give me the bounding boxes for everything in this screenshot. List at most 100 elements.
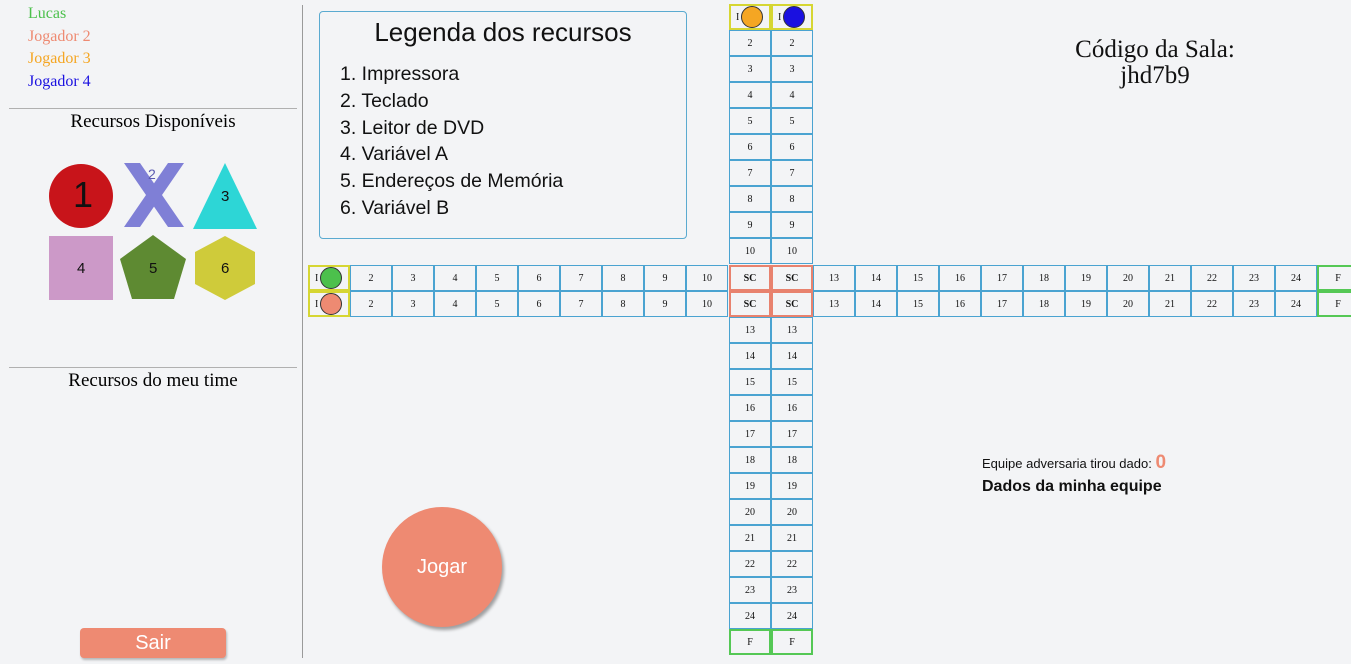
available-resources-title: Recursos Disponíveis xyxy=(70,111,236,132)
board-cell: 13 xyxy=(813,265,855,291)
resource-label: 1 xyxy=(73,174,94,215)
board-cell-safe: SC xyxy=(729,265,771,291)
board-cell: 6 xyxy=(729,134,771,160)
board-cell: 19 xyxy=(729,473,771,499)
resource-legend: Legenda dos recursos 1. Impressora 2. Te… xyxy=(319,11,687,239)
resource-label: 6 xyxy=(221,260,230,277)
board-cell: 8 xyxy=(602,265,644,291)
board-cell: 18 xyxy=(771,447,813,473)
board-cell-safe: SC xyxy=(771,265,813,291)
legend-title: Legenda dos recursos xyxy=(374,17,632,47)
board-cell: 7 xyxy=(729,160,771,186)
board-cell: 21 xyxy=(729,525,771,551)
board-cell: 24 xyxy=(1275,291,1317,317)
pawn-orange[interactable] xyxy=(741,6,763,28)
board-cell: 4 xyxy=(434,265,476,291)
team-resources-title: Recursos do meu time xyxy=(68,370,238,391)
room-code-value: jhd7b9 xyxy=(1120,62,1190,89)
board-cell: 22 xyxy=(729,551,771,577)
board-cell: 19 xyxy=(1065,291,1107,317)
board-cell: 20 xyxy=(1107,291,1149,317)
legend-item: 2. Teclado xyxy=(340,89,429,112)
board-cell: 15 xyxy=(897,265,939,291)
board-cell-safe: SC xyxy=(771,291,813,317)
board-cell: 16 xyxy=(939,291,981,317)
board-cell: 10 xyxy=(729,238,771,264)
board-cell: 15 xyxy=(771,369,813,395)
board-cell: 6 xyxy=(518,265,560,291)
sidebar-divider xyxy=(302,5,303,658)
my-team-dice-title: Dados da minha equipe xyxy=(982,478,1162,495)
play-button[interactable]: Jogar xyxy=(382,507,502,627)
board-cell: 2 xyxy=(729,30,771,56)
pawn-blue[interactable] xyxy=(783,6,805,28)
board-cell: 8 xyxy=(729,186,771,212)
board-cell-finish: F xyxy=(771,629,813,655)
board-cell: 19 xyxy=(771,473,813,499)
legend-list: 1. Impressora 2. Teclado 3. Leitor de DV… xyxy=(340,61,563,222)
player-name: Lucas xyxy=(28,5,67,22)
board-cell: 13 xyxy=(729,317,771,343)
board-cell: 9 xyxy=(644,265,686,291)
board-cell: 14 xyxy=(855,291,897,317)
board-cell: 21 xyxy=(1149,291,1191,317)
board-cell: 2 xyxy=(350,291,392,317)
board-cell: 5 xyxy=(729,108,771,134)
resource-label: 5 xyxy=(149,260,158,277)
divider xyxy=(9,367,297,368)
board-cell: 21 xyxy=(771,525,813,551)
board-cell: 20 xyxy=(1107,265,1149,291)
adversary-dice-label: Equipe adversaria tirou dado: xyxy=(982,456,1152,471)
board-cell: 23 xyxy=(1233,265,1275,291)
board-cell: 16 xyxy=(939,265,981,291)
player-name: Jogador 2 xyxy=(28,27,91,45)
board-cell: 17 xyxy=(981,265,1023,291)
board-cell: 3 xyxy=(392,291,434,317)
board-cell: 17 xyxy=(981,291,1023,317)
board-cell: 14 xyxy=(855,265,897,291)
board-cell: 15 xyxy=(897,291,939,317)
divider xyxy=(9,108,297,109)
board-cell: 6 xyxy=(518,291,560,317)
board-cell: 6 xyxy=(771,134,813,160)
resource-label: 2 xyxy=(148,166,156,182)
board-cell: 18 xyxy=(729,447,771,473)
board-cell: 17 xyxy=(729,421,771,447)
board-cell: 14 xyxy=(771,343,813,369)
board-cell: 22 xyxy=(771,551,813,577)
legend-item: 5. Endereços de Memória xyxy=(340,170,564,193)
pawn-salmon[interactable] xyxy=(320,293,342,315)
board-cell: 22 xyxy=(1191,291,1233,317)
board-cell-finish: F xyxy=(1317,265,1351,291)
player-list: Lucas Jogador 2 Jogador 3 Jogador 4 xyxy=(28,3,91,93)
board-cell-safe: SC xyxy=(729,291,771,317)
board-cell-finish: F xyxy=(729,629,771,655)
legend-item: 6. Variável B xyxy=(340,196,450,219)
room-code: Código da Sala: jhd7b9 xyxy=(1040,37,1270,89)
board-cell: 9 xyxy=(729,212,771,238)
board-cell: 18 xyxy=(1023,265,1065,291)
board-cell: 5 xyxy=(476,265,518,291)
board-cell: 7 xyxy=(771,160,813,186)
board-cell: 10 xyxy=(686,291,728,317)
board-cell: 19 xyxy=(1065,265,1107,291)
board-cell: 17 xyxy=(771,421,813,447)
board-cell: 8 xyxy=(771,186,813,212)
player-name: Jogador 3 xyxy=(28,50,91,68)
board-cell: 3 xyxy=(729,56,771,82)
exit-button[interactable]: Sair xyxy=(80,628,226,658)
board-cell: 10 xyxy=(686,265,728,291)
board-cell: 9 xyxy=(771,212,813,238)
resource-label: 3 xyxy=(221,188,230,205)
board-cell: 21 xyxy=(1149,265,1191,291)
board-cell: 23 xyxy=(771,577,813,603)
board-cell: 15 xyxy=(729,369,771,395)
board-cell-finish: F xyxy=(1317,291,1351,317)
player-name: Jogador 4 xyxy=(28,72,91,90)
board-cell: 13 xyxy=(771,317,813,343)
pawn-green[interactable] xyxy=(320,267,342,289)
board-cell: 13 xyxy=(813,291,855,317)
board-cell: 5 xyxy=(476,291,518,317)
board-cell: 24 xyxy=(771,603,813,629)
board-cell: 8 xyxy=(602,291,644,317)
